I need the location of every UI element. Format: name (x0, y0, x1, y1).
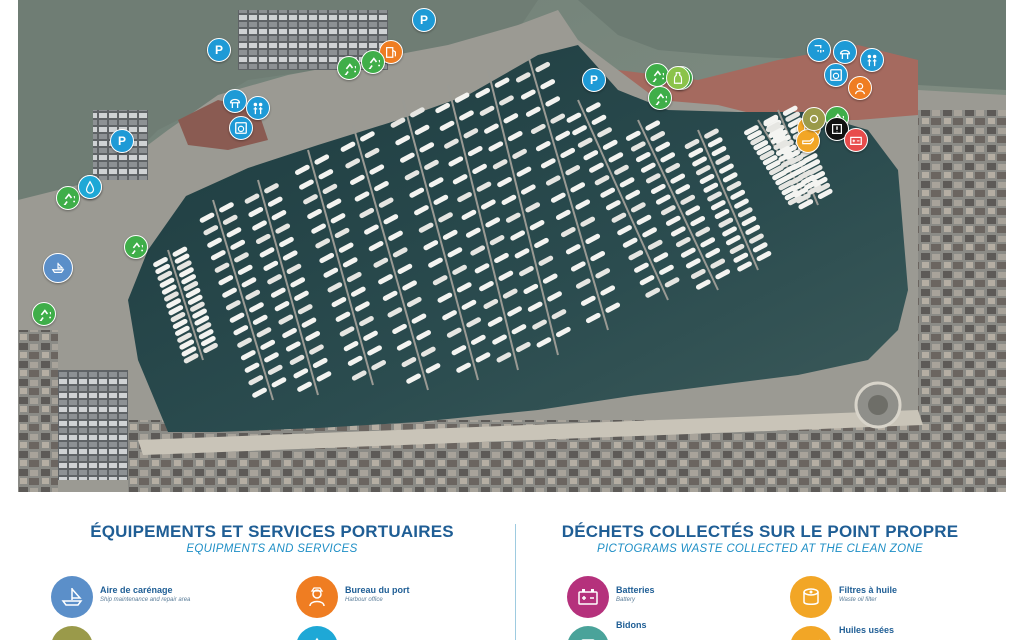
oil-filter-icon (790, 576, 832, 618)
harbour-office-marker[interactable] (848, 76, 872, 100)
careening-icon (51, 576, 93, 618)
parking-icon: P (589, 73, 598, 87)
recycling-icon (61, 191, 75, 205)
legend-item-cans: Bidons (567, 620, 647, 640)
recycling-icon (653, 91, 667, 105)
legend-item-water-point (296, 626, 345, 640)
legend-item-label: Huiles usées (839, 625, 895, 635)
glass-icon (671, 71, 685, 85)
recycling-icon (342, 61, 356, 75)
laundry-marker[interactable] (824, 63, 848, 87)
legend-item-sublabel: Waste oil filter (839, 597, 877, 603)
toilets-marker[interactable] (246, 96, 270, 120)
water-point-marker[interactable] (78, 175, 102, 199)
legend-item-harbour-office: Bureau du port Harbour office (296, 576, 410, 618)
legend-item-label: Bureau du port (345, 585, 410, 595)
toilets-icon (865, 53, 879, 67)
used-oil-icon (801, 134, 815, 148)
recycling-marker[interactable] (124, 235, 148, 259)
recycling-icon (650, 68, 664, 82)
page: P P P P ÉQUIPEMENTS ET SERVICES PORTUAIRES … (0, 0, 1024, 640)
parking-marker[interactable]: P (582, 68, 606, 92)
sanitary-icon (228, 94, 242, 108)
parking-icon: P (419, 13, 428, 27)
parking-marker[interactable]: P (207, 38, 231, 62)
legend-item-label: Filtres à huile (839, 585, 898, 595)
toilets-marker[interactable] (860, 48, 884, 72)
services-legend-title: ÉQUIPEMENTS ET SERVICES PORTUAIRES (90, 522, 454, 541)
legend-item-sublabel: Ship maintenance and repair area (100, 597, 191, 603)
glass-marker[interactable] (666, 66, 690, 90)
laundry-icon (234, 121, 248, 135)
recycling-marker[interactable] (32, 302, 56, 326)
legend-item-used-oil: Huiles usées (790, 625, 895, 640)
other-waste-icon (807, 112, 821, 126)
used-oil-icon (790, 626, 832, 640)
legend-item-label: Batteries (616, 585, 655, 595)
parking-marker[interactable]: P (110, 129, 134, 153)
legend-item-sublabel: Battery (616, 597, 636, 603)
sanitary-icon (838, 45, 852, 59)
parking-icon: P (117, 134, 126, 148)
waste-legend-title: DÉCHETS COLLECTÉS SUR LE POINT PROPRE (561, 522, 959, 541)
recycling-marker[interactable] (56, 186, 80, 210)
hazardous-waste-icon (830, 122, 844, 136)
careening-area-marker[interactable] (43, 253, 73, 283)
aerial-photo (18, 0, 1006, 492)
legend-item-label: Aire de carénage (100, 585, 173, 595)
recycling-icon (366, 55, 380, 69)
legend-item-other (51, 626, 100, 640)
harbour-master-icon (853, 81, 867, 95)
fuel-icon (384, 45, 398, 59)
parking-marker[interactable]: P (412, 8, 436, 32)
other-waste-icon (51, 626, 93, 640)
battery-icon (567, 576, 609, 618)
legend-divider (515, 524, 516, 640)
recycling-icon (37, 307, 51, 321)
legend-item-sublabel: Harbour office (345, 597, 383, 603)
recycling-marker[interactable] (337, 56, 361, 80)
recycling-icon (129, 240, 143, 254)
parking-icon: P (214, 43, 223, 57)
legend-item-careening-area: Aire de carénage Ship maintenance and rep… (51, 576, 190, 618)
other-waste-marker[interactable] (802, 107, 826, 131)
sanitary-marker[interactable] (833, 40, 857, 64)
recycling-marker[interactable] (361, 50, 385, 74)
aerial-port-map[interactable]: P P P P (18, 0, 1006, 492)
legend: ÉQUIPEMENTS ET SERVICES PORTUAIRES EQUIP… (0, 492, 1024, 640)
careening-icon (51, 261, 65, 275)
legend-item-oil-filters: Filtres à huile Waste oil filter (790, 576, 897, 618)
battery-marker[interactable] (844, 128, 868, 152)
can-icon (567, 626, 609, 640)
laundry-marker[interactable] (229, 116, 253, 140)
sanitary-marker[interactable] (223, 89, 247, 113)
shower-icon (812, 43, 826, 57)
legend-item-label: Bidons (616, 620, 647, 630)
used-oil-marker[interactable] (796, 129, 820, 153)
recycling-marker[interactable] (648, 86, 672, 110)
services-legend-subtitle: EQUIPMENTS AND SERVICES (186, 543, 358, 555)
laundry-icon (829, 68, 843, 82)
waste-legend-subtitle: PICTOGRAMS WASTE COLLECTED AT THE CLEAN … (597, 543, 923, 555)
water-drop-icon (83, 180, 97, 194)
toilets-icon (251, 101, 265, 115)
water-point-icon (296, 626, 338, 640)
shower-marker[interactable] (807, 38, 831, 62)
legend-item-batteries: Batteries Battery (567, 576, 655, 618)
battery-icon (849, 133, 863, 147)
harbour-master-icon (296, 576, 338, 618)
